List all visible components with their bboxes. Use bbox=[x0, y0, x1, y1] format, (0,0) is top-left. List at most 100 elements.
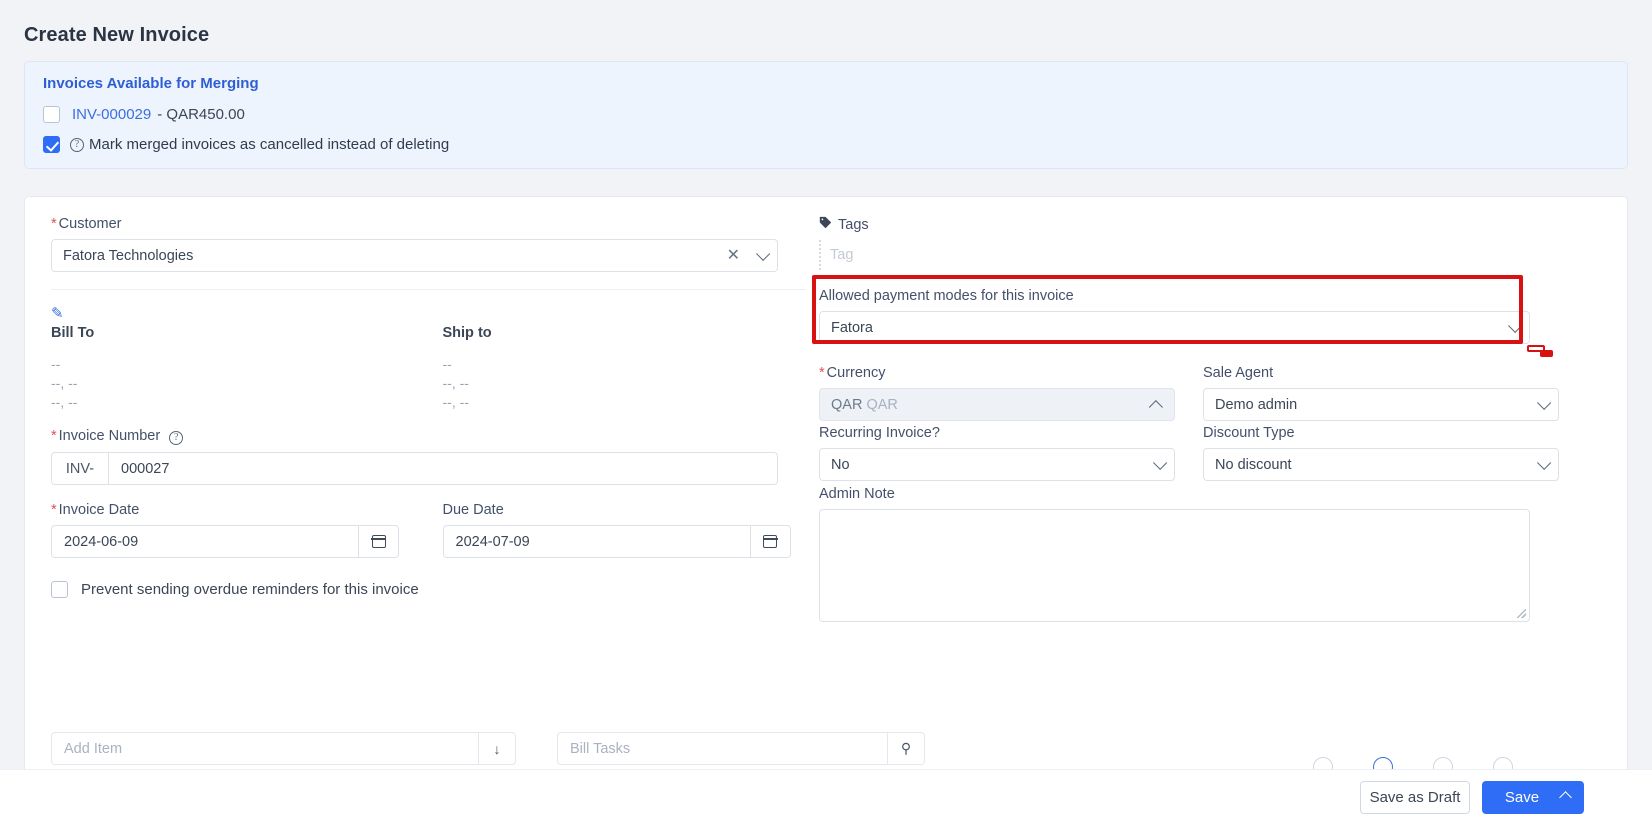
sale-agent-label: Sale Agent bbox=[1203, 365, 1274, 381]
recurring-invoice-label: Recurring Invoice? bbox=[819, 425, 940, 441]
customer-value: Fatora Technologies bbox=[63, 247, 194, 264]
bill-to-line-2: --, -- bbox=[51, 375, 78, 391]
recurring-invoice-field: Recurring Invoice? No bbox=[819, 425, 1175, 481]
payment-modes-select[interactable]: Fatora bbox=[819, 311, 1530, 344]
clear-icon[interactable]: ✕ bbox=[727, 247, 740, 264]
tags-field: Tags Tag bbox=[819, 216, 1559, 270]
due-date-picker-button[interactable] bbox=[749, 526, 790, 557]
invoice-number-field: * Invoice Number ? INV- 000027 bbox=[51, 428, 806, 485]
due-date-input[interactable]: 2024-07-09 bbox=[444, 526, 750, 557]
currency-field: * Currency QAR QAR bbox=[819, 365, 1175, 421]
chevron-down-icon[interactable] bbox=[756, 246, 771, 261]
mark-cancelled-label: Mark merged invoices as cancelled instea… bbox=[89, 136, 450, 153]
payment-modes-field: Allowed payment modes for this invoice F… bbox=[819, 288, 1559, 344]
bill-to-label: Bill To bbox=[51, 325, 95, 341]
invoice-number-prefix: INV- bbox=[52, 453, 109, 484]
currency-select[interactable]: QAR QAR bbox=[819, 388, 1175, 421]
calendar-icon bbox=[762, 535, 778, 548]
prevent-reminders-label: Prevent sending overdue reminders for th… bbox=[81, 581, 419, 598]
invoice-date-input-group[interactable]: 2024-06-09 bbox=[51, 525, 399, 558]
calendar-icon bbox=[371, 535, 386, 548]
bill-to-block: ✎ Bill To -- --, -- --, -- bbox=[51, 304, 415, 412]
add-item-input-group[interactable]: Add Item ↓ bbox=[51, 732, 516, 765]
edit-address-icon[interactable]: ✎ bbox=[51, 304, 415, 322]
annotation-marker-fill bbox=[1540, 350, 1553, 357]
bill-to-line-3: --, -- bbox=[51, 394, 78, 410]
tags-label: Tags bbox=[819, 216, 1559, 233]
ship-to-line-3: --, -- bbox=[442, 394, 469, 410]
invoice-number-input[interactable]: 000027 bbox=[109, 453, 777, 484]
invoice-date-field: * Invoice Date 2024-06-09 bbox=[51, 502, 415, 558]
invoice-number-input-group[interactable]: INV- 000027 bbox=[51, 452, 778, 485]
payment-modes-label: Allowed payment modes for this invoice bbox=[819, 288, 1074, 304]
invoice-number-label: * Invoice Number ? bbox=[51, 428, 806, 445]
bill-to-line-1: -- bbox=[51, 356, 61, 372]
form-footer: Save as Draft Save bbox=[0, 769, 1652, 825]
merge-invoice-checkbox[interactable] bbox=[43, 106, 60, 123]
customer-label: * Customer bbox=[51, 216, 122, 232]
help-circle-icon[interactable]: ? bbox=[70, 137, 84, 152]
due-date-field: Due Date 2024-07-09 bbox=[442, 502, 807, 558]
chevron-down-icon[interactable] bbox=[1508, 318, 1523, 333]
tag-icon bbox=[819, 216, 832, 229]
discount-type-value: No discount bbox=[1215, 456, 1292, 473]
prevent-reminders-checkbox[interactable] bbox=[51, 581, 68, 598]
due-date-input-group[interactable]: 2024-07-09 bbox=[442, 525, 791, 558]
recurring-invoice-select[interactable]: No bbox=[819, 448, 1175, 481]
due-date-label: Due Date bbox=[442, 502, 504, 518]
save-button-label: Save bbox=[1504, 789, 1540, 806]
merge-invoice-row: INV-000029 - QAR450.00 bbox=[43, 106, 245, 123]
chevron-down-icon[interactable] bbox=[1537, 455, 1552, 470]
invoices-available-for-merging-panel: Invoices Available for Merging INV-00002… bbox=[24, 61, 1628, 169]
admin-note-field: Admin Note bbox=[819, 486, 1559, 622]
save-as-draft-button[interactable]: Save as Draft bbox=[1360, 781, 1470, 814]
divider bbox=[51, 289, 806, 290]
bill-tasks-search-button[interactable]: ⚲ bbox=[887, 733, 924, 764]
ship-to-line-1: -- bbox=[442, 356, 452, 372]
discount-type-select[interactable]: No discount bbox=[1203, 448, 1559, 481]
mark-cancelled-row: ? Mark merged invoices as cancelled inst… bbox=[43, 136, 449, 153]
invoice-date-input[interactable]: 2024-06-09 bbox=[52, 526, 358, 557]
save-button[interactable]: Save bbox=[1482, 781, 1584, 814]
admin-note-label: Admin Note bbox=[819, 486, 895, 502]
chevron-down-icon[interactable] bbox=[1537, 395, 1552, 410]
required-asterisk: * bbox=[51, 502, 57, 518]
ship-to-block: ✎ Ship to -- --, -- --, -- bbox=[443, 304, 807, 412]
help-circle-icon[interactable]: ? bbox=[169, 431, 184, 445]
sale-agent-value: Demo admin bbox=[1215, 396, 1298, 413]
merge-invoice-amount: - QAR450.00 bbox=[157, 106, 245, 123]
prevent-reminders-row: Prevent sending overdue reminders for th… bbox=[51, 581, 806, 598]
merge-panel-heading: Invoices Available for Merging bbox=[43, 75, 259, 92]
form-left-column: * Customer Fatora Technologies ✕ ✎ Bill T… bbox=[51, 216, 806, 598]
currency-value: QAR QAR bbox=[831, 396, 898, 413]
customer-select[interactable]: Fatora Technologies ✕ bbox=[51, 239, 778, 272]
discount-type-field: Discount Type No discount bbox=[1203, 425, 1559, 481]
customer-field: * Customer Fatora Technologies ✕ bbox=[51, 216, 806, 272]
dates-row: * Invoice Date 2024-06-09 Due Date 2024-0… bbox=[51, 502, 806, 558]
merge-invoice-link[interactable]: INV-000029 bbox=[72, 106, 151, 123]
sale-agent-select[interactable]: Demo admin bbox=[1203, 388, 1559, 421]
page-title: Create New Invoice bbox=[24, 24, 210, 46]
recurring-discount-row: Recurring Invoice? No Discount Type No d… bbox=[819, 425, 1559, 481]
sale-agent-field: Sale Agent Demo admin bbox=[1203, 365, 1559, 421]
required-asterisk: * bbox=[819, 365, 825, 381]
bill-tasks-input[interactable]: Bill Tasks bbox=[558, 741, 887, 757]
add-item-button[interactable]: ↓ bbox=[478, 733, 515, 764]
mark-cancelled-checkbox[interactable] bbox=[43, 136, 60, 153]
chevron-down-icon[interactable] bbox=[1153, 455, 1168, 470]
bill-tasks-input-group[interactable]: Bill Tasks ⚲ bbox=[557, 732, 925, 765]
address-row: ✎ Bill To -- --, -- --, -- ✎ Ship to -- … bbox=[51, 304, 806, 412]
currency-label: * Currency bbox=[819, 365, 886, 381]
tags-input[interactable]: Tag bbox=[819, 240, 1559, 270]
invoice-date-picker-button[interactable] bbox=[358, 526, 398, 557]
ship-to-line-2: --, -- bbox=[442, 375, 469, 391]
add-item-input[interactable]: Add Item bbox=[52, 741, 478, 757]
recurring-invoice-value: No bbox=[831, 456, 850, 473]
required-asterisk: * bbox=[51, 216, 57, 232]
currency-agent-row: * Currency QAR QAR Sale Agent Demo admin bbox=[819, 365, 1559, 421]
admin-note-textarea[interactable] bbox=[819, 509, 1530, 622]
required-asterisk: * bbox=[51, 428, 57, 444]
invoice-form-card: * Customer Fatora Technologies ✕ ✎ Bill T… bbox=[24, 196, 1628, 756]
payment-modes-value: Fatora bbox=[831, 319, 873, 336]
resize-handle-icon[interactable] bbox=[1517, 609, 1526, 618]
